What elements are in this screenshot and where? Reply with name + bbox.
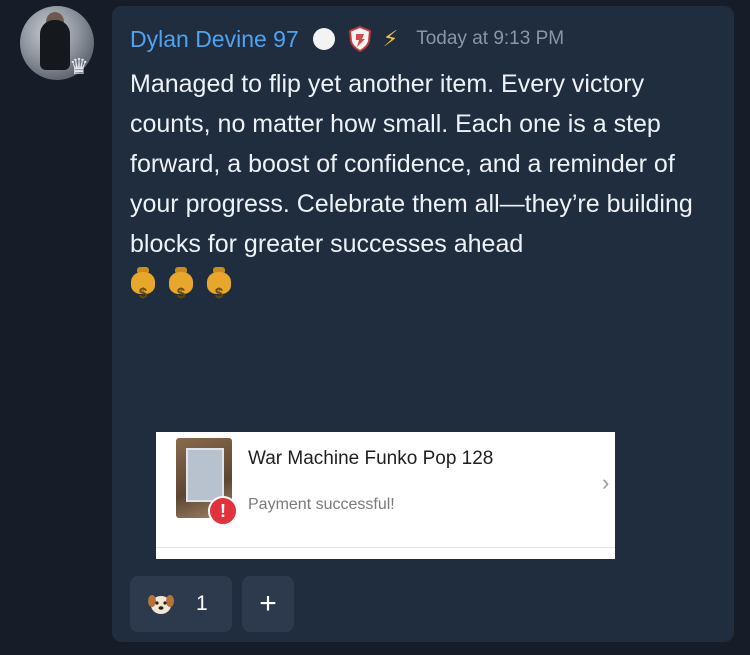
attachment-image[interactable]: ! War Machine Funko Pop 128 Payment succ… [156, 432, 615, 559]
divider [156, 547, 615, 548]
money-bag-icon: $ [130, 266, 156, 302]
product-title: War Machine Funko Pop 128 [248, 448, 494, 469]
reactions-bar: 1 + [130, 576, 294, 632]
message-card: Dylan Devine 97 ⚡ Today at 9:13 PM Manag… [112, 6, 734, 642]
add-reaction-button[interactable]: + [242, 576, 294, 632]
reaction-dog[interactable]: 1 [130, 576, 232, 632]
reaction-count: 1 [196, 592, 208, 615]
dog-face-icon [148, 595, 174, 614]
white-circle-badge-icon [312, 28, 335, 50]
crown-icon: ♛ [69, 54, 89, 79]
alert-icon: ! [208, 496, 238, 526]
message-body: Managed to flip yet another item. Every … [130, 64, 720, 302]
lightning-bolt-icon: ⚡ [382, 26, 399, 51]
product-box [186, 448, 224, 502]
chevron-right-icon: › [602, 470, 610, 495]
money-bag-icon: $ [168, 266, 194, 302]
money-bag-icon: $ [206, 266, 232, 302]
shield-badge-icon [348, 25, 371, 53]
payment-status: Payment successful! [248, 496, 395, 513]
author-name[interactable]: Dylan Devine 97 [130, 26, 299, 53]
message-timestamp: Today at 9:13 PM [416, 28, 565, 49]
emoji-row: $ $ $ [130, 266, 720, 302]
message-text: Managed to flip yet another item. Every … [130, 70, 693, 258]
message-header: Dylan Devine 97 ⚡ Today at 9:13 PM [130, 24, 564, 54]
